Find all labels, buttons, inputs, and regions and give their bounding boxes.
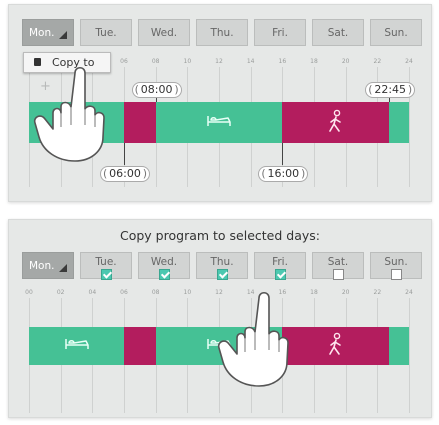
bed-icon [64, 335, 90, 357]
tab-sat-label: Sat. [327, 27, 349, 39]
switch-time-pill[interactable]: 06:00 [100, 166, 150, 182]
segment-comfort[interactable] [389, 327, 409, 365]
tab-fri-label: Fri. [272, 27, 288, 39]
tab-mon[interactable]: Mon. [22, 252, 74, 279]
segment-away[interactable] [124, 327, 156, 365]
tab-sun-label: Sun. [384, 27, 408, 39]
segment-away[interactable] [282, 102, 390, 143]
tab-thu[interactable]: Thu. [196, 252, 248, 280]
hour-label: 24 [405, 58, 413, 65]
tab-wed[interactable]: Wed. [138, 19, 190, 46]
tab-mon[interactable]: Mon. [22, 19, 74, 46]
hour-label: 20 [341, 289, 350, 296]
checkbox-fri[interactable] [274, 269, 286, 280]
tab-tue[interactable]: Tue. [80, 19, 132, 46]
switch-time-pill[interactable]: 16:00 [258, 166, 309, 182]
day-schedule-panel: Mon.Tue.Wed.Thu.Fri.Sat.Sun. 00020406081… [8, 4, 432, 202]
hour-label: 08 [151, 289, 160, 296]
hand-pointer-icon [217, 291, 289, 387]
tab-wed-label: Wed. [150, 256, 178, 268]
triangle-dropdown-icon[interactable] [59, 264, 67, 272]
checkbox-sat[interactable] [332, 269, 344, 280]
hour-label: 22 [373, 58, 382, 65]
switch-marker [124, 143, 125, 165]
segment-comfort[interactable] [29, 327, 124, 365]
checkbox-sun[interactable] [390, 269, 402, 280]
tab-tue-label: Tue. [95, 256, 117, 268]
hour-label: 22 [373, 289, 382, 296]
tab-tue[interactable]: Tue. [80, 252, 132, 280]
tab-sun[interactable]: Sun. [370, 19, 422, 46]
tab-sun-label: Sun. [384, 256, 408, 268]
hour-label: 14 [246, 58, 255, 65]
hour-label: 08 [151, 58, 160, 65]
segment-away[interactable] [282, 327, 390, 365]
copy-program-caption: Copy program to selected days: [120, 228, 320, 243]
triangle-dropdown-icon[interactable] [59, 31, 67, 39]
hour-label: 18 [310, 289, 318, 296]
segment-away[interactable] [124, 102, 156, 143]
tab-thu-label: Thu. [210, 27, 234, 39]
switch-time-pill[interactable]: 08:00 [131, 82, 182, 98]
switch-marker [282, 143, 284, 165]
hour-label: 06 [120, 58, 128, 65]
hour-label: 10 [183, 289, 192, 296]
walking-person-icon [326, 109, 346, 137]
day-tabs: Mon. Tue. Wed. Thu. Fri. Sat. Sun. [22, 19, 424, 46]
copy-program-panel: Copy program to selected days: Mon. Tue. W… [8, 219, 432, 418]
tab-thu-label: Thu. [210, 256, 234, 268]
tab-sat-label: Sat. [327, 256, 349, 268]
hand-pointer-icon [33, 66, 105, 162]
tab-tue-label: Tue. [95, 27, 117, 39]
tab-thu[interactable]: Thu. [196, 19, 248, 46]
hour-label: 10 [183, 58, 192, 65]
hour-label: 24 [405, 289, 413, 296]
tab-fri[interactable]: Fri. [254, 252, 306, 280]
hour-label: 06 [120, 289, 128, 296]
tab-sat[interactable]: Sat. [312, 252, 364, 280]
hour-gridline [409, 298, 410, 413]
checkbox-wed[interactable] [158, 269, 170, 280]
hour-label: 04 [88, 289, 97, 296]
hour-label: 16 [278, 58, 287, 65]
checkbox-tue[interactable] [100, 269, 112, 280]
switch-time-pill[interactable]: 22:45 [365, 82, 416, 98]
tab-fri[interactable]: Fri. [254, 19, 306, 46]
bed-icon [206, 112, 232, 134]
tab-sat[interactable]: Sat. [312, 19, 364, 46]
day-tabs-selection: Mon. Tue. Wed. Thu. Fri. Sat. Sun. [22, 252, 424, 280]
segment-comfort[interactable] [155, 102, 283, 143]
tab-fri-label: Fri. [272, 256, 288, 268]
walking-person-icon [326, 332, 346, 360]
checkbox-thu[interactable] [216, 269, 228, 280]
tab-sun[interactable]: Sun. [370, 252, 422, 280]
hour-label: 18 [310, 58, 318, 65]
hour-label: 00 [25, 289, 33, 296]
segment-comfort[interactable] [389, 102, 409, 143]
tab-wed[interactable]: Wed. [138, 252, 190, 280]
hour-label: 12 [215, 58, 223, 65]
hour-label: 20 [341, 58, 350, 65]
hour-label: 02 [56, 289, 65, 296]
tab-wed-label: Wed. [150, 27, 178, 39]
